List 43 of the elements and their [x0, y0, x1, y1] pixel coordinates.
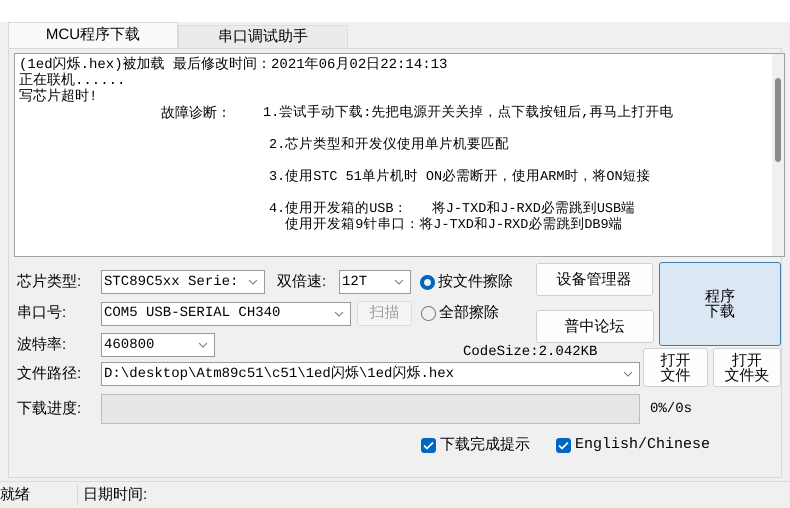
chevron-down-icon	[334, 310, 344, 316]
radio-option[interactable]: 按文件擦除	[420, 270, 513, 294]
log-line: 3.使用STC 51单片机时 ON必需断开，使用ARM时，将ON短接	[269, 170, 651, 186]
field-label: 芯片类型:	[17, 272, 82, 292]
chip-type-dropdown[interactable]: STC89C5xx Serie:	[101, 270, 265, 294]
check-icon	[558, 440, 569, 450]
log-line: (1ed闪烁.hex)被加载 最后修改时间：2021年06月02日22:14:13	[19, 57, 448, 73]
log-line: 4.使用开发箱的USB： 将J-TXD和J-RXD必需跳到USB端	[269, 202, 636, 217]
radio-option[interactable]: 全部擦除	[421, 302, 499, 325]
open-file-button[interactable]: 打开 文件	[642, 348, 708, 387]
open-folder-button[interactable]: 打开 文件夹	[713, 348, 781, 387]
code-size-label: CodeSize:2.042KB	[463, 344, 598, 360]
chevron-down-icon	[248, 279, 258, 285]
checkbox[interactable]: English/Chinese	[556, 434, 710, 456]
device-manager-button[interactable]: 设备管理器	[536, 263, 653, 296]
tab[interactable]: MCU程序下载	[8, 22, 178, 48]
status-text: 日期时间:	[82, 484, 148, 505]
log-line: 1.尝试手动下载:先把电源开关关掉，点下载按钮后,再马上打开电	[263, 106, 674, 122]
scrollbar[interactable]	[772, 54, 784, 256]
field-label: 波特率:	[17, 334, 68, 355]
log-line: 写芯片超时!	[19, 89, 98, 105]
field-label: 下载进度:	[17, 398, 82, 419]
log-line: 2.芯片类型和开发仪使用单片机要匹配	[269, 138, 510, 154]
field-label: 双倍速:	[277, 272, 328, 292]
chevron-down-icon	[394, 279, 404, 285]
file-path-dropdown[interactable]: D:\desktop\Atm89c51\c51\1ed闪烁\1ed闪烁.hex	[101, 362, 640, 386]
checkbox[interactable]: 下载完成提示	[421, 434, 530, 456]
download-button[interactable]: 程序 下载	[659, 262, 781, 346]
progress-reading: 0%/0s	[650, 400, 692, 418]
chevron-down-icon	[623, 371, 633, 377]
status-text: 就绪	[0, 484, 78, 506]
chevron-down-icon	[198, 342, 208, 348]
port-dropdown[interactable]: COM5 USB-SERIAL CH340	[101, 302, 351, 326]
check-icon	[423, 440, 434, 450]
speed-dropdown[interactable]: 12T	[339, 270, 411, 294]
field-label: 串口号:	[17, 303, 68, 324]
log-line: 正在联机......	[19, 73, 126, 89]
log-line: 使用开发箱9针串口：将J-TXD和J-RXD必需跳到DB9端	[284, 218, 623, 234]
field-label: 文件路径:	[17, 364, 82, 384]
forum-button[interactable]: 普中论坛	[536, 310, 654, 343]
tab[interactable]: 串口调试助手	[178, 25, 348, 48]
baud-dropdown[interactable]: 460800	[101, 333, 215, 357]
log-line: 故障诊断：	[161, 106, 232, 122]
